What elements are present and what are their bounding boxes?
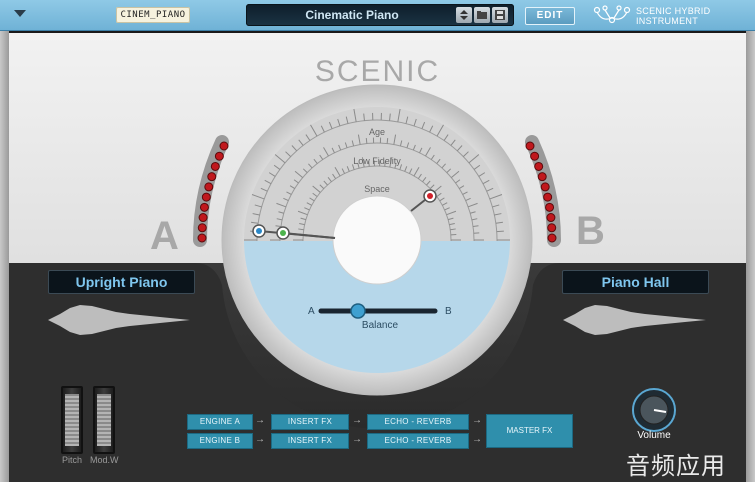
- arrow-right-icon: →: [472, 415, 482, 426]
- pitch-label: Pitch: [62, 455, 83, 465]
- led-indicator: [204, 182, 214, 192]
- led-indicator: [547, 223, 557, 233]
- led-indicator: [525, 141, 535, 151]
- led-indicator: [547, 233, 557, 243]
- led-indicator: [545, 202, 555, 212]
- echo-reverb-a-button[interactable]: ECHO - REVERB: [367, 414, 469, 430]
- mod-wheel[interactable]: [93, 386, 115, 454]
- balance-label: Balance: [361, 320, 399, 331]
- space-label: Space: [364, 184, 390, 194]
- arrow-right-icon: →: [255, 415, 265, 426]
- insert-fx-b-button[interactable]: INSERT FX: [271, 433, 349, 449]
- balance-slider-handle[interactable]: [350, 303, 366, 319]
- led-indicator: [197, 233, 207, 243]
- echo-reverb-b-button[interactable]: ECHO - REVERB: [367, 433, 469, 449]
- engine-b-button[interactable]: ENGINE B: [187, 433, 253, 449]
- led-indicator: [207, 172, 217, 182]
- led-indicator: [198, 213, 208, 223]
- engine-a-button[interactable]: ENGINE A: [187, 414, 253, 430]
- led-indicator: [219, 141, 229, 151]
- led-indicator: [537, 172, 547, 182]
- pitch-wheel[interactable]: [61, 386, 83, 454]
- led-indicator: [540, 182, 550, 192]
- balance-b-label: B: [445, 306, 452, 317]
- age-label: Age: [368, 127, 385, 137]
- led-indicator: [530, 151, 540, 161]
- layer-a-letter: A: [150, 214, 179, 258]
- led-indicator: [210, 161, 220, 171]
- balance-a-label: A: [308, 306, 315, 317]
- led-indicator: [214, 151, 224, 161]
- layer-b-name[interactable]: Piano Hall: [562, 270, 709, 294]
- arrow-right-icon: →: [472, 434, 482, 445]
- led-indicator: [197, 223, 207, 233]
- led-indicator: [546, 213, 556, 223]
- low-fidelity-label: Low Fidelity: [353, 156, 401, 166]
- master-fx-button[interactable]: MASTER FX: [486, 414, 573, 448]
- volume-label: Volume: [637, 430, 671, 441]
- arrow-right-icon: →: [352, 434, 362, 445]
- led-indicator: [199, 202, 209, 212]
- watermark: 音频应用: [626, 452, 726, 480]
- led-indicator: [534, 161, 544, 171]
- layer-b-letter: B: [576, 209, 605, 253]
- arrow-right-icon: →: [255, 434, 265, 445]
- arrow-right-icon: →: [352, 415, 362, 426]
- mod-wheel-label: Mod.W: [90, 455, 119, 465]
- led-indicator: [543, 192, 553, 202]
- led-indicator: [201, 192, 211, 202]
- layer-a-name[interactable]: Upright Piano: [48, 270, 195, 294]
- insert-fx-a-button[interactable]: INSERT FX: [271, 414, 349, 430]
